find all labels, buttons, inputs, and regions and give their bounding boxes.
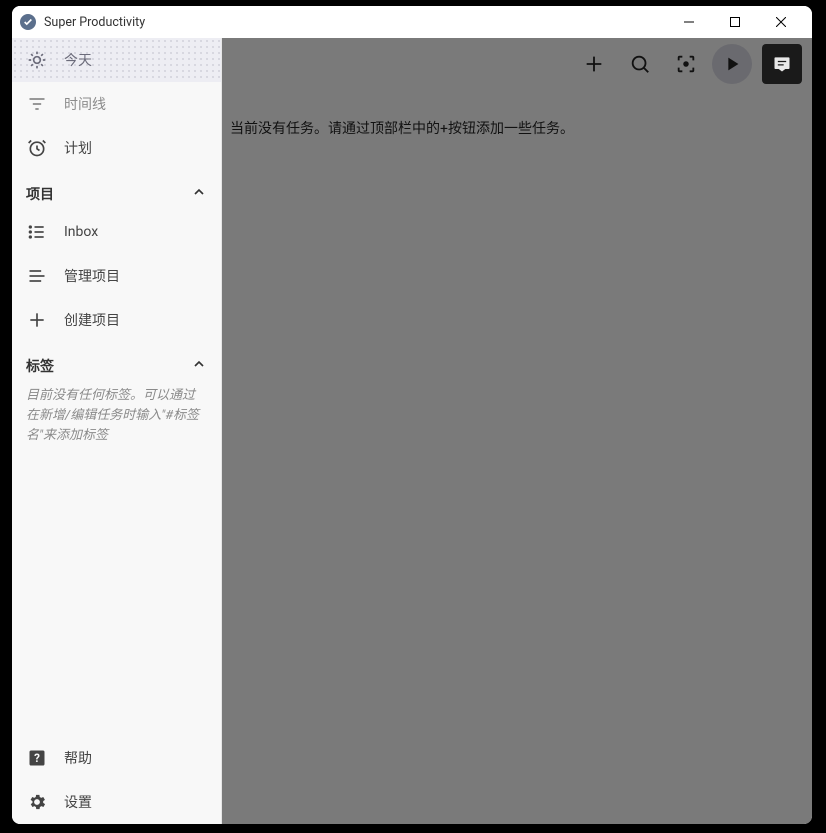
nav-scheduled[interactable]: 计划 xyxy=(12,126,221,170)
project-create[interactable]: 创建项目 xyxy=(12,298,221,342)
menu-lines-icon xyxy=(26,266,48,286)
projects-section-header[interactable]: 项目 xyxy=(12,170,221,210)
titlebar: Super Productivity xyxy=(12,6,812,38)
empty-task-message: 当前没有任务。请通过顶部栏中的+按钮添加一些任务。 xyxy=(222,90,812,138)
plus-icon xyxy=(26,310,48,330)
toolbar xyxy=(222,38,812,90)
nav-label: Inbox xyxy=(64,224,98,240)
svg-text:?: ? xyxy=(34,751,40,765)
nav-label: 时间线 xyxy=(64,94,106,114)
section-title: 项目 xyxy=(26,184,54,204)
app-icon xyxy=(20,14,36,30)
search-button[interactable] xyxy=(620,44,660,84)
nav-label: 计划 xyxy=(64,138,92,158)
section-title: 标签 xyxy=(26,356,54,376)
sun-icon xyxy=(26,50,48,70)
add-task-button[interactable] xyxy=(574,44,614,84)
tags-empty-message: 目前没有任何标签。可以通过在新增/编辑任务时输入"#标签名"来添加标签 xyxy=(12,382,221,456)
chevron-up-icon xyxy=(191,184,207,204)
chevron-up-icon xyxy=(191,356,207,376)
notes-button[interactable] xyxy=(762,44,802,84)
tags-section-header[interactable]: 标签 xyxy=(12,342,221,382)
window-title: Super Productivity xyxy=(44,15,145,30)
nav-timeline[interactable]: 时间线 xyxy=(12,82,221,126)
nav-label: 管理项目 xyxy=(64,266,120,286)
filter-icon xyxy=(26,94,48,114)
play-button[interactable] xyxy=(712,44,752,84)
nav-help[interactable]: ? 帮助 xyxy=(12,736,221,780)
nav-label: 今天 xyxy=(64,50,92,70)
focus-button[interactable] xyxy=(666,44,706,84)
nav-label: 帮助 xyxy=(64,748,92,768)
nav-label: 创建项目 xyxy=(64,310,120,330)
minimize-button[interactable] xyxy=(666,7,712,37)
maximize-button[interactable] xyxy=(712,7,758,37)
nav-settings[interactable]: 设置 xyxy=(12,780,221,824)
list-icon xyxy=(26,222,48,242)
sidebar: 今天 时间线 计划 xyxy=(12,38,222,824)
project-manage[interactable]: 管理项目 xyxy=(12,254,221,298)
app-window: Super Productivity xyxy=(12,6,812,824)
close-button[interactable] xyxy=(758,7,804,37)
nav-today[interactable]: 今天 xyxy=(12,38,221,82)
help-icon: ? xyxy=(26,748,48,768)
main-content: 当前没有任务。请通过顶部栏中的+按钮添加一些任务。 xyxy=(222,38,812,824)
nav-label: 设置 xyxy=(64,792,92,812)
gear-icon xyxy=(26,792,48,812)
alarm-icon xyxy=(26,138,48,158)
project-inbox[interactable]: Inbox xyxy=(12,210,221,254)
